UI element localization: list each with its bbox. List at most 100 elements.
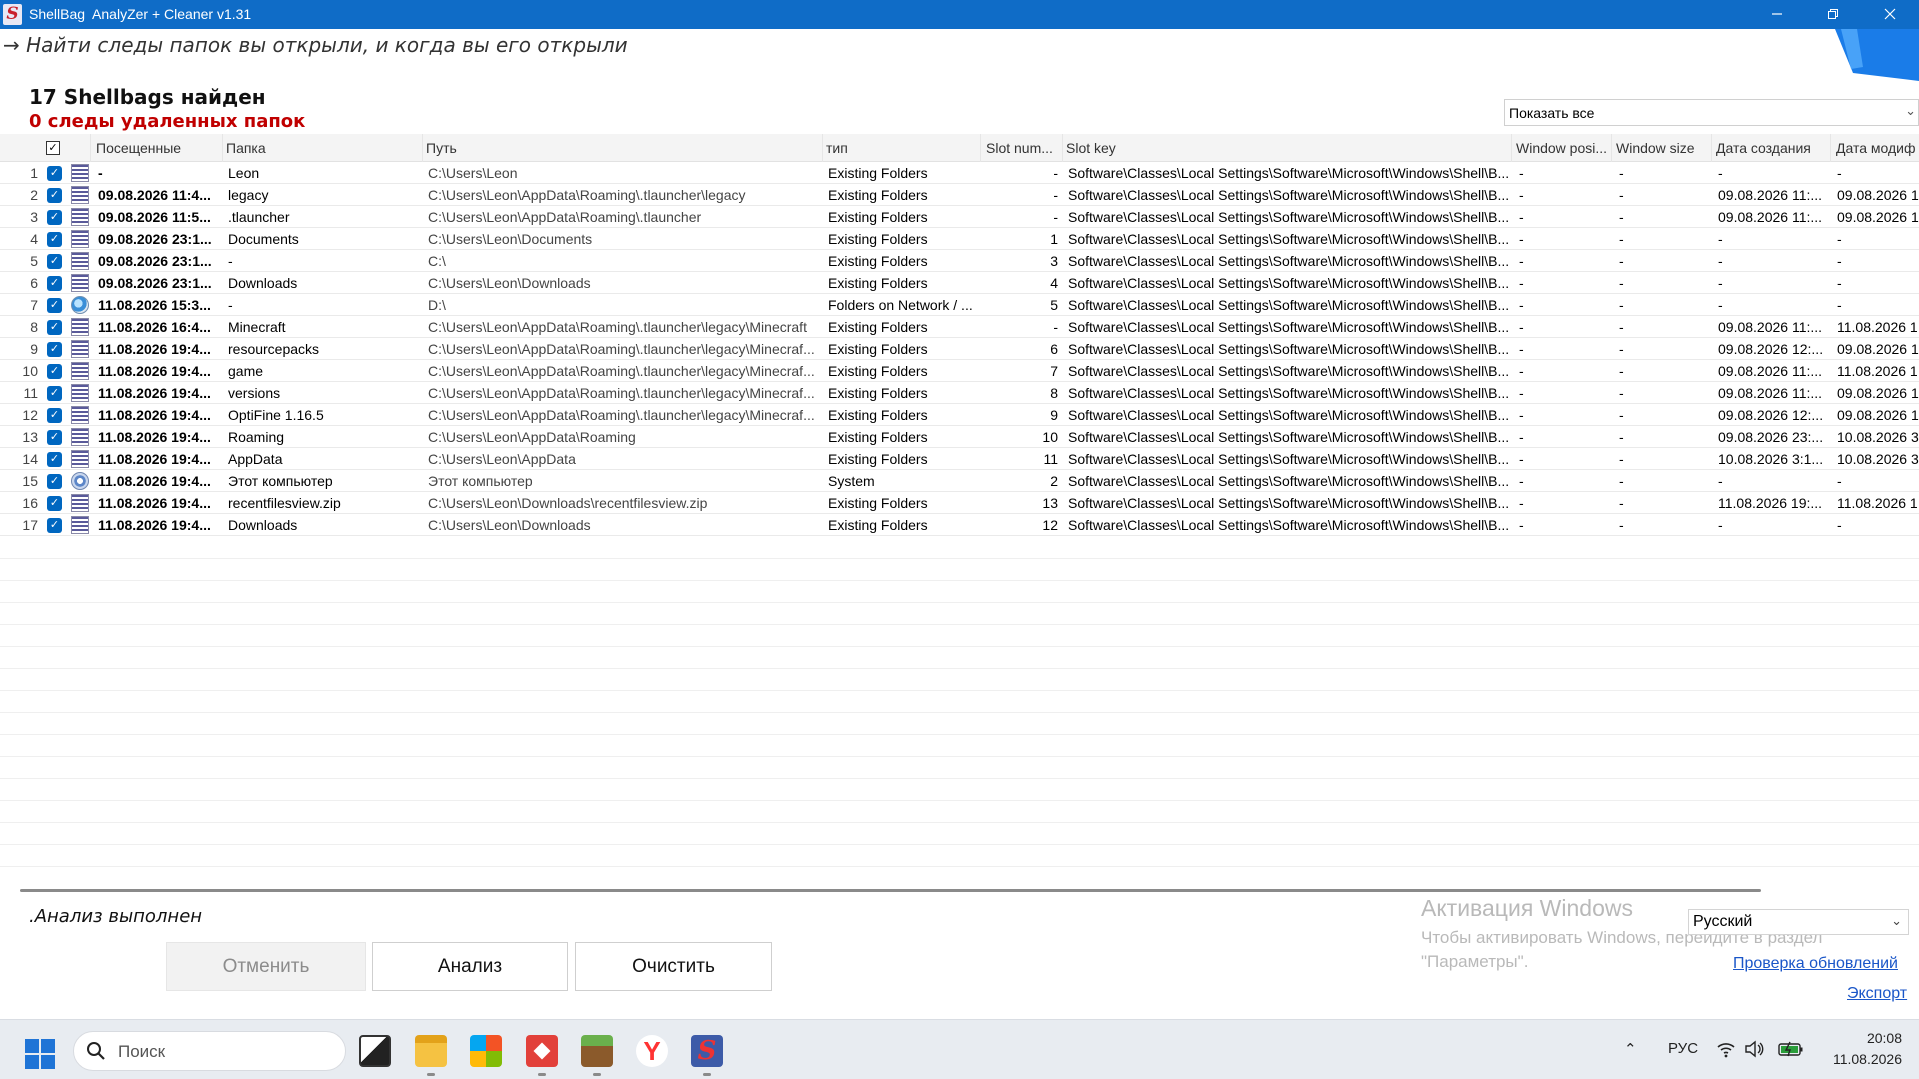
filter-select[interactable]: Показать все ⌄ <box>1504 99 1919 126</box>
row-checkbox[interactable]: ✓ <box>47 276 62 291</box>
horizontal-scrollbar[interactable] <box>20 889 1761 892</box>
row-checkbox[interactable]: ✓ <box>47 474 62 489</box>
row-checkbox[interactable]: ✓ <box>47 254 62 269</box>
row-checkbox[interactable]: ✓ <box>47 452 62 467</box>
row-checkbox[interactable]: ✓ <box>47 386 62 401</box>
column-header-created[interactable]: Дата создания <box>1716 140 1834 156</box>
restore-button[interactable] <box>1804 0 1862 29</box>
row-checkbox[interactable]: ✓ <box>47 496 62 511</box>
cell-window-size: - <box>1619 275 1624 291</box>
cancel-button[interactable]: Отменить <box>166 942 366 991</box>
wifi-icon[interactable] <box>1716 1040 1736 1058</box>
language-select[interactable]: Русский ⌄ <box>1688 909 1909 935</box>
export-link[interactable]: Экспорт <box>1847 985 1907 1003</box>
task-view-icon[interactable] <box>359 1035 391 1067</box>
cell-created: - <box>1718 275 1723 291</box>
column-header-slot-key[interactable]: Slot key <box>1066 140 1506 156</box>
cell-visited: 09.08.2026 23:1... <box>98 253 212 269</box>
row-checkbox[interactable]: ✓ <box>47 518 62 533</box>
select-all-checkbox[interactable]: ✓ <box>46 141 60 155</box>
column-header-type[interactable]: тип <box>826 140 976 156</box>
column-header-window-position[interactable]: Window posi... <box>1516 140 1611 156</box>
row-checkbox[interactable]: ✓ <box>47 408 62 423</box>
table-row[interactable]: 9 ✓ 11.08.2026 19:4... resourcepacks C:\User… <box>0 338 1919 360</box>
row-checkbox[interactable]: ✓ <box>47 364 62 379</box>
table-row[interactable]: 13 ✓ 11.08.2026 19:4... Roaming C:\Users\Leo… <box>0 426 1919 448</box>
cell-created: 09.08.2026 11:... <box>1718 187 1823 203</box>
table-row[interactable]: 7 ✓ 11.08.2026 15:3... - D:\ Folders on Netwo… <box>0 294 1919 316</box>
table-row[interactable]: 2 ✓ 09.08.2026 11:4... legacy C:\Users\Leon\… <box>0 184 1919 206</box>
cell-slot-number: - <box>1053 209 1058 225</box>
cell-path: D:\ <box>428 297 446 313</box>
cell-created: 09.08.2026 11:... <box>1718 319 1823 335</box>
chevron-up-icon[interactable]: ⌃ <box>1624 1040 1637 1058</box>
empty-row-gridline <box>0 646 1919 647</box>
chevron-down-icon: ⌄ <box>1891 913 1902 928</box>
cell-visited: 11.08.2026 19:4... <box>98 473 211 489</box>
cell-path: C:\Users\Leon <box>428 165 518 181</box>
cell-slot-key: Software\Classes\Local Settings\Software… <box>1068 495 1510 511</box>
table-row[interactable]: 11 ✓ 11.08.2026 19:4... versions C:\Users\Le… <box>0 382 1919 404</box>
table-row[interactable]: 1 ✓ - Leon C:\Users\Leon Existing Folders - Sof… <box>0 162 1919 184</box>
cell-path: C:\Users\Leon\AppData\Roaming\.tlauncher <box>428 209 702 225</box>
anydesk-icon[interactable] <box>526 1035 558 1067</box>
microsoft-store-icon[interactable] <box>470 1035 502 1067</box>
row-checkbox[interactable]: ✓ <box>47 232 62 247</box>
close-button[interactable] <box>1861 0 1919 29</box>
start-button[interactable] <box>25 1039 55 1069</box>
volume-icon[interactable] <box>1744 1040 1764 1058</box>
cell-folder: Downloads <box>228 275 298 291</box>
row-number: 11 <box>23 385 38 401</box>
table-row[interactable]: 17 ✓ 11.08.2026 19:4... Downloads C:\Users\L… <box>0 514 1919 536</box>
cell-window-size: - <box>1619 209 1624 225</box>
row-number: 10 <box>22 363 38 379</box>
minimize-button[interactable] <box>1748 0 1806 29</box>
table-row[interactable]: 16 ✓ 11.08.2026 19:4... recentfilesview.zip… <box>0 492 1919 514</box>
yandex-browser-icon[interactable]: Y <box>636 1035 668 1067</box>
column-header-visited[interactable]: Посещенные <box>96 140 221 156</box>
cell-type: Folders on Network / ... <box>828 297 973 313</box>
empty-row-gridline <box>0 668 1919 669</box>
row-checkbox[interactable]: ✓ <box>47 166 62 181</box>
row-checkbox[interactable]: ✓ <box>47 210 62 225</box>
taskbar-clock[interactable]: 20:08 11.08.2026 <box>1822 1028 1902 1070</box>
cell-modified: - <box>1837 473 1842 489</box>
table-row[interactable]: 10 ✓ 11.08.2026 19:4... game C:\Users\Leon\A… <box>0 360 1919 382</box>
column-header-modified[interactable]: Дата модиф <box>1836 140 1919 156</box>
clean-button[interactable]: Очистить <box>575 942 772 991</box>
row-checkbox[interactable]: ✓ <box>47 320 62 335</box>
table-row[interactable]: 14 ✓ 11.08.2026 19:4... AppData C:\Users\Leo… <box>0 448 1919 470</box>
table-row[interactable]: 6 ✓ 09.08.2026 23:1... Downloads C:\Users\Le… <box>0 272 1919 294</box>
column-header-path[interactable]: Путь <box>426 140 821 156</box>
decorative-banner-shape <box>1835 29 1919 81</box>
table-row[interactable]: 12 ✓ 11.08.2026 19:4... OptiFine 1.16.5 C:\U… <box>0 404 1919 426</box>
table-row[interactable]: 15 ✓ 11.08.2026 19:4... Этот компьютер Этот … <box>0 470 1919 492</box>
table-row[interactable]: 8 ✓ 11.08.2026 16:4... Minecraft C:\Users\Le… <box>0 316 1919 338</box>
shellbag-analyzer-taskbar-icon[interactable]: S <box>691 1035 723 1067</box>
cell-visited: 11.08.2026 19:4... <box>98 341 211 357</box>
column-header-folder[interactable]: Папка <box>226 140 421 156</box>
column-header-window-size[interactable]: Window size <box>1616 140 1711 156</box>
cell-folder: game <box>228 363 264 379</box>
analyze-button[interactable]: Анализ <box>372 942 568 991</box>
row-checkbox[interactable]: ✓ <box>47 342 62 357</box>
row-number: 4 <box>30 231 38 247</box>
input-language[interactable]: РУС <box>1668 1040 1698 1057</box>
row-checkbox[interactable]: ✓ <box>47 298 62 313</box>
table-row[interactable]: 5 ✓ 09.08.2026 23:1... - C:\ Existing Folders… <box>0 250 1919 272</box>
table-row[interactable]: 3 ✓ 09.08.2026 11:5... .tlauncher C:\Users\L… <box>0 206 1919 228</box>
restore-icon <box>1828 9 1838 19</box>
battery-charging-icon[interactable] <box>1778 1041 1804 1057</box>
check-updates-link[interactable]: Проверка обновлений <box>1733 955 1898 973</box>
row-checkbox[interactable]: ✓ <box>47 188 62 203</box>
taskbar-search[interactable]: Поиск <box>73 1031 346 1071</box>
cell-modified: 10.08.2026 3 <box>1837 451 1919 467</box>
cell-path: Этот компьютер <box>428 473 533 489</box>
column-header-slot-number[interactable]: Slot num... <box>986 140 1062 156</box>
cell-visited: 11.08.2026 19:4... <box>98 451 211 467</box>
minecraft-icon[interactable] <box>581 1035 613 1067</box>
table-row[interactable]: 4 ✓ 09.08.2026 23:1... Documents C:\Users\Le… <box>0 228 1919 250</box>
row-checkbox[interactable]: ✓ <box>47 430 62 445</box>
file-explorer-icon[interactable] <box>415 1035 447 1067</box>
chevron-down-icon: ⌄ <box>1905 103 1916 118</box>
